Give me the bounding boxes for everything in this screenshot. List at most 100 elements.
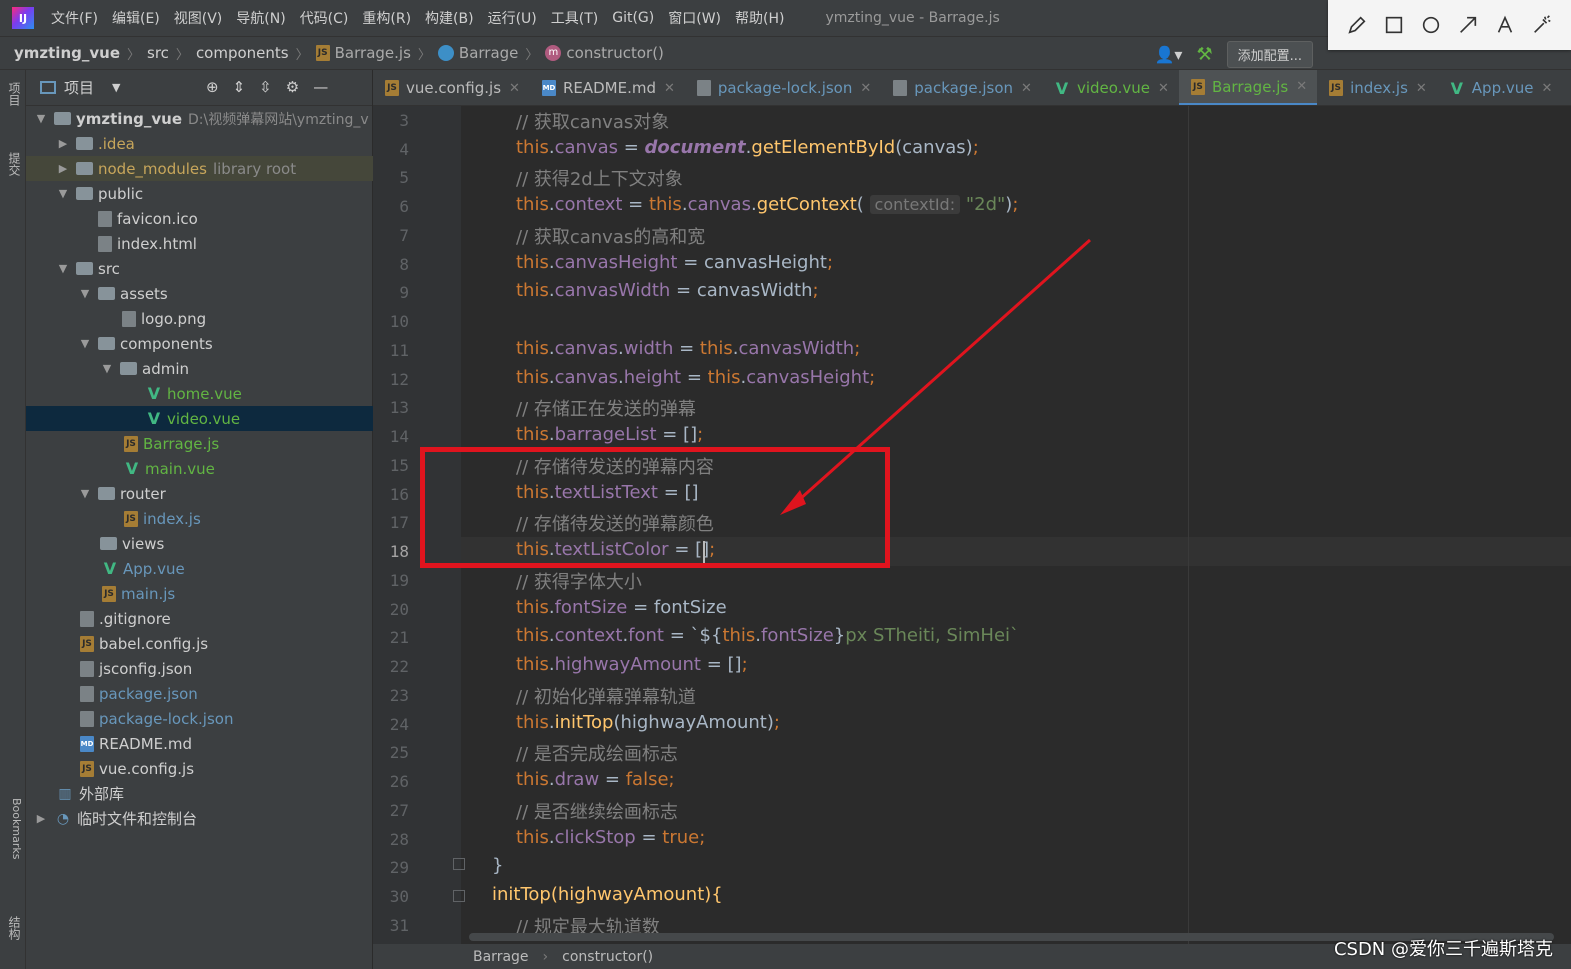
crumb-project[interactable]: ymzting_vue — [14, 44, 120, 62]
menu-code[interactable]: 代码(C) — [293, 8, 356, 28]
tree-item-video-vue[interactable]: V video.vue — [26, 406, 373, 431]
menu-view[interactable]: 视图(V) — [167, 8, 230, 28]
close-icon[interactable]: ✕ — [509, 81, 520, 96]
tree-item-babel-config[interactable]: JS babel.config.js — [26, 631, 373, 656]
fold-icon[interactable] — [453, 858, 465, 870]
tree-item-node-modules[interactable]: ▶ node_modules library root — [26, 156, 373, 181]
tree-item-root[interactable]: ▼ ymzting_vue D:\视频弹幕网站\ymzting_v — [26, 106, 373, 131]
crumb-file[interactable]: JS Barrage.js — [315, 44, 411, 62]
tree-item-public[interactable]: ▼ public — [26, 181, 373, 206]
arrow-icon[interactable] — [1455, 12, 1481, 38]
chevron-down-icon[interactable]: ▼ — [78, 487, 92, 500]
tab-readme[interactable]: MD README.md ✕ — [530, 70, 685, 105]
commit-tool-label[interactable]: 提交 — [3, 152, 23, 176]
tree-item-idea[interactable]: ▶ .idea — [26, 131, 373, 156]
chevron-down-icon[interactable]: ▼ — [78, 287, 92, 300]
menu-build[interactable]: 构建(B) — [418, 8, 481, 28]
tree-item-favicon[interactable]: favicon.ico — [26, 206, 373, 231]
tree-item-router[interactable]: ▼ router — [26, 481, 373, 506]
tree-item-home-vue[interactable]: V home.vue — [26, 381, 373, 406]
menu-refactor[interactable]: 重构(R) — [355, 8, 418, 28]
close-icon[interactable]: ✕ — [1541, 81, 1552, 96]
tab-package-lock[interactable]: package-lock.json ✕ — [685, 70, 881, 105]
chevron-down-icon[interactable]: ▼ — [56, 262, 70, 275]
tree-item-package-lock[interactable]: package-lock.json — [26, 706, 373, 731]
collapse-all-icon[interactable]: ⇳ — [259, 78, 272, 96]
tree-item-components[interactable]: ▼ components — [26, 331, 373, 356]
tree-item-vue-config[interactable]: JS vue.config.js — [26, 756, 373, 781]
chevron-down-icon[interactable]: ▼ — [78, 337, 92, 350]
menu-run[interactable]: 运行(U) — [481, 8, 544, 28]
project-tool-label[interactable]: 项目 — [3, 82, 23, 106]
rectangle-icon[interactable] — [1381, 12, 1407, 38]
fold-icon[interactable] — [453, 890, 465, 902]
menu-navigate[interactable]: 导航(N) — [229, 8, 292, 28]
tab-index-js[interactable]: JS index.js ✕ — [1317, 70, 1437, 105]
tree-item-gitignore[interactable]: .gitignore — [26, 606, 373, 631]
menu-tools[interactable]: 工具(T) — [544, 8, 605, 28]
tab-barrage-js[interactable]: JS Barrage.js ✕ — [1178, 70, 1318, 105]
build-hammer-icon[interactable]: ⚒ — [1196, 44, 1212, 65]
menu-window[interactable]: 窗口(W) — [661, 8, 728, 28]
close-icon[interactable]: ✕ — [1296, 79, 1307, 94]
close-icon[interactable]: ✕ — [860, 81, 871, 96]
close-icon[interactable]: ✕ — [1021, 81, 1032, 96]
tab-package-json[interactable]: package.json ✕ — [881, 70, 1042, 105]
tree-item-assets[interactable]: ▼ assets — [26, 281, 373, 306]
close-icon[interactable]: ✕ — [1416, 81, 1427, 96]
tree-item-external-libraries[interactable]: ▥ 外部库 — [26, 781, 373, 806]
tree-item-index-js[interactable]: JS index.js — [26, 506, 373, 531]
tab-video-vue[interactable]: Vvideo.vue ✕ — [1042, 70, 1179, 105]
menu-file[interactable]: 文件(F) — [44, 8, 105, 28]
tree-item-views[interactable]: views — [26, 531, 373, 556]
add-configuration-button[interactable]: 添加配置... — [1226, 41, 1313, 68]
tree-item-src[interactable]: ▼ src — [26, 256, 373, 281]
text-icon[interactable] — [1492, 12, 1518, 38]
close-icon[interactable]: ✕ — [664, 81, 675, 96]
menu-git[interactable]: Git(G) — [605, 10, 661, 26]
chevron-right-icon[interactable]: ▶ — [34, 812, 48, 825]
project-panel-title[interactable]: 项目 — [64, 77, 94, 98]
chevron-down-icon[interactable]: ▼ — [34, 112, 48, 125]
structure-tool-label[interactable]: 结构 — [3, 916, 23, 940]
circle-icon[interactable] — [1418, 12, 1444, 38]
tree-item-main-js[interactable]: JS main.js — [26, 581, 373, 606]
tree-item-scratches[interactable]: ▶ ◔ 临时文件和控制台 — [26, 806, 373, 831]
chevron-down-icon[interactable]: ▼ — [56, 187, 70, 200]
tree-item-jsconfig[interactable]: jsconfig.json — [26, 656, 373, 681]
bookmarks-tool-label[interactable]: Bookmarks — [3, 798, 23, 859]
crumb-class[interactable]: Barrage — [437, 44, 518, 62]
crumb-src[interactable]: src — [147, 44, 169, 62]
close-icon[interactable]: ✕ — [1158, 81, 1169, 96]
tree-item-admin[interactable]: ▼ admin — [26, 356, 373, 381]
tree-item-readme[interactable]: MD README.md — [26, 731, 373, 756]
js-file-icon: JS — [315, 45, 330, 61]
chevron-right-icon: 〉 — [525, 47, 539, 63]
chevron-right-icon[interactable]: ▶ — [56, 162, 70, 175]
tree-item-index-html[interactable]: index.html — [26, 231, 373, 256]
crumb-components[interactable]: components — [196, 44, 289, 62]
chevron-down-icon[interactable]: ▼ — [112, 81, 120, 94]
minimize-icon[interactable]: — — [313, 78, 328, 96]
menu-help[interactable]: 帮助(H) — [728, 8, 791, 28]
chevron-right-icon[interactable]: ▶ — [56, 137, 70, 150]
tree-item-package-json[interactable]: package.json — [26, 681, 373, 706]
crumb-method[interactable]: m constructor() — [545, 44, 664, 62]
breadcrumb-method[interactable]: constructor() — [562, 949, 653, 965]
menu-edit[interactable]: 编辑(E) — [105, 8, 167, 28]
tree-item-main-vue[interactable]: V main.vue — [26, 456, 373, 481]
vue-file-icon: V — [125, 459, 139, 478]
expand-all-icon[interactable]: ⇕ — [233, 78, 246, 96]
magic-wand-icon[interactable] — [1529, 12, 1555, 38]
locate-icon[interactable]: ⊕ — [206, 78, 219, 96]
chevron-down-icon[interactable]: ▼ — [100, 362, 114, 375]
tree-item-app-vue[interactable]: V App.vue — [26, 556, 373, 581]
tree-item-barrage-js[interactable]: JS Barrage.js — [26, 431, 373, 456]
tree-item-logo[interactable]: logo.png — [26, 306, 373, 331]
breadcrumb-class[interactable]: Barrage — [473, 949, 529, 965]
pencil-icon[interactable] — [1344, 12, 1370, 38]
gear-icon[interactable]: ⚙ — [286, 78, 299, 96]
user-icon[interactable]: 👤▾ — [1155, 45, 1183, 64]
tab-app-vue[interactable]: V App.vue ✕ — [1437, 70, 1563, 105]
tab-vue-config[interactable]: JS vue.config.js ✕ — [373, 70, 530, 105]
